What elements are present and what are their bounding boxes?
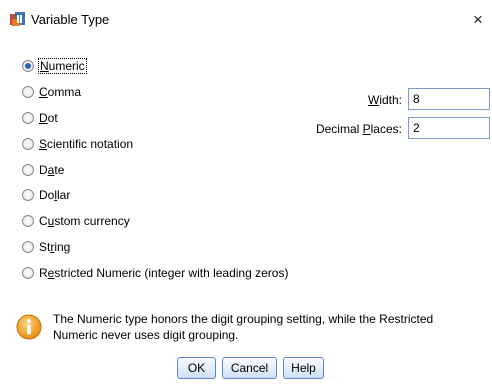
radio-button[interactable] bbox=[22, 241, 34, 253]
radio-restricted-numeric[interactable]: Restricted Numeric (integer with leading… bbox=[22, 265, 322, 281]
radio-dollar[interactable]: Dollar bbox=[22, 187, 322, 203]
radio-button[interactable] bbox=[22, 86, 34, 98]
radio-label: Date bbox=[39, 163, 65, 177]
radio-scientific-notation[interactable]: Scientific notation bbox=[22, 136, 322, 152]
width-label: Width: bbox=[367, 93, 402, 107]
width-input[interactable] bbox=[408, 88, 490, 110]
info-message: The Numeric type honors the digit groupi… bbox=[16, 309, 476, 349]
radio-button[interactable] bbox=[22, 138, 34, 150]
radio-label: Dollar bbox=[39, 188, 71, 202]
radio-button[interactable] bbox=[22, 112, 34, 124]
radio-label: Custom currency bbox=[39, 214, 130, 228]
radio-label: Comma bbox=[39, 85, 82, 99]
radio-numeric[interactable]: Numeric bbox=[22, 58, 322, 74]
radio-button[interactable] bbox=[22, 60, 34, 72]
radio-comma[interactable]: Comma bbox=[22, 84, 322, 100]
radio-string[interactable]: String bbox=[22, 239, 322, 255]
info-icon bbox=[16, 314, 42, 340]
title-bar: Variable Type × bbox=[0, 0, 492, 42]
decimal-places-input[interactable] bbox=[408, 117, 490, 139]
radio-label: Numeric bbox=[38, 58, 87, 74]
radio-label: Dot bbox=[39, 111, 58, 125]
help-button[interactable]: Help bbox=[283, 357, 324, 379]
radio-label: Scientific notation bbox=[39, 137, 134, 151]
ok-button[interactable]: OK bbox=[177, 357, 216, 379]
window-title: Variable Type bbox=[31, 12, 110, 27]
radio-button[interactable] bbox=[22, 189, 34, 201]
info-text: The Numeric type honors the digit groupi… bbox=[53, 312, 434, 342]
radio-custom-currency[interactable]: Custom currency bbox=[22, 213, 322, 229]
cancel-button[interactable]: Cancel bbox=[222, 357, 277, 379]
radio-label: Restricted Numeric (integer with leading… bbox=[39, 266, 289, 280]
radio-button[interactable] bbox=[22, 164, 34, 176]
radio-button[interactable] bbox=[22, 267, 34, 279]
radio-dot[interactable]: Dot bbox=[22, 110, 322, 126]
radio-button[interactable] bbox=[22, 215, 34, 227]
radio-label: String bbox=[39, 240, 71, 254]
decimal-places-label: Decimal Places: bbox=[315, 122, 402, 136]
close-icon[interactable]: × bbox=[468, 9, 488, 31]
radio-date[interactable]: Date bbox=[22, 162, 322, 178]
spss-app-icon bbox=[10, 12, 25, 26]
